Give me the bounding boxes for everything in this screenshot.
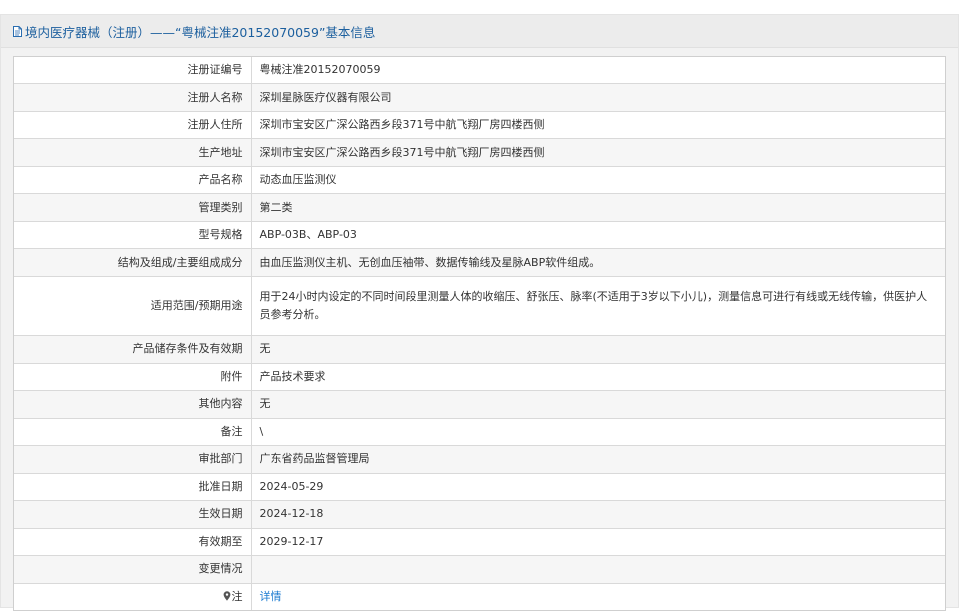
info-table: 注册证编号 粤械注准20152070059 注册人名称 深圳星脉医疗仪器有限公司…	[14, 57, 945, 610]
table-row: 生产地址 深圳市宝安区广深公路西乡段371号中航飞翔厂房四楼西侧	[14, 138, 945, 167]
table-row: 审批部门 广东省药品监督管理局	[14, 445, 945, 474]
row-value: \	[251, 418, 945, 447]
row-label: 管理类别	[14, 193, 252, 222]
row-label: 其他内容	[14, 390, 252, 419]
table-row: 有效期至 2029-12-17	[14, 528, 945, 557]
row-label: 型号规格	[14, 221, 252, 250]
info-panel: 境内医疗器械（注册）——“粤械注准20152070059”基本信息 注册证编号 …	[0, 14, 959, 611]
table-row: 型号规格 ABP-03B、ABP-03	[14, 221, 945, 250]
row-value: 2024-05-29	[251, 473, 945, 502]
row-value: 粤械注准20152070059	[251, 57, 945, 85]
row-label: 注册证编号	[14, 57, 252, 85]
table-row: 附件 产品技术要求	[14, 363, 945, 392]
table-row: 适用范围/预期用途 用于24小时内设定的不同时间段里测量人体的收缩压、舒张压、脉…	[14, 276, 945, 337]
info-table-container: 注册证编号 粤械注准20152070059 注册人名称 深圳星脉医疗仪器有限公司…	[13, 56, 946, 611]
table-row: 批准日期 2024-05-29	[14, 473, 945, 502]
row-value: 广东省药品监督管理局	[251, 445, 945, 474]
row-label: 适用范围/预期用途	[14, 276, 252, 337]
row-label: 有效期至	[14, 528, 252, 557]
table-row: 注册人住所 深圳市宝安区广深公路西乡段371号中航飞翔厂房四楼西侧	[14, 111, 945, 140]
table-row: 产品名称 动态血压监测仪	[14, 166, 945, 195]
row-value: 深圳市宝安区广深公路西乡段371号中航飞翔厂房四楼西侧	[251, 111, 945, 140]
row-label: 审批部门	[14, 445, 252, 474]
info-table-body: 注册证编号 粤械注准20152070059 注册人名称 深圳星脉医疗仪器有限公司…	[14, 57, 945, 610]
table-row: 结构及组成/主要组成成分 由血压监测仪主机、无创血压袖带、数据传输线及星脉ABP…	[14, 248, 945, 277]
row-label: 注册人名称	[14, 83, 252, 112]
table-row: 注册人名称 深圳星脉医疗仪器有限公司	[14, 83, 945, 112]
row-value: 第二类	[251, 193, 945, 222]
table-row: 生效日期 2024-12-18	[14, 500, 945, 529]
pin-icon	[223, 591, 231, 601]
page: 境内医疗器械（注册）——“粤械注准20152070059”基本信息 注册证编号 …	[0, 0, 963, 611]
row-label: 注册人住所	[14, 111, 252, 140]
note-label-cell: 注	[14, 583, 252, 610]
row-label: 附件	[14, 363, 252, 392]
table-row: 产品储存条件及有效期 无	[14, 335, 945, 364]
row-value: 无	[251, 335, 945, 364]
row-value: 产品技术要求	[251, 363, 945, 392]
note-value-cell: 详情	[251, 583, 945, 610]
panel-header: 境内医疗器械（注册）——“粤械注准20152070059”基本信息	[1, 15, 958, 48]
row-value: 深圳星脉医疗仪器有限公司	[251, 83, 945, 112]
row-value: 动态血压监测仪	[251, 166, 945, 195]
row-label: 备注	[14, 418, 252, 447]
row-value: ABP-03B、ABP-03	[251, 221, 945, 250]
row-label: 批准日期	[14, 473, 252, 502]
document-icon	[13, 25, 22, 37]
table-row: 变更情况	[14, 555, 945, 584]
details-link[interactable]: 详情	[260, 590, 282, 603]
table-row: 其他内容 无	[14, 390, 945, 419]
row-value: 深圳市宝安区广深公路西乡段371号中航飞翔厂房四楼西侧	[251, 138, 945, 167]
note-label: 注	[231, 589, 243, 603]
table-row: 注册证编号 粤械注准20152070059	[14, 57, 945, 85]
row-label: 结构及组成/主要组成成分	[14, 248, 252, 277]
row-label: 变更情况	[14, 555, 252, 584]
row-label: 生产地址	[14, 138, 252, 167]
table-row: 管理类别 第二类	[14, 193, 945, 222]
row-value: 由血压监测仪主机、无创血压袖带、数据传输线及星脉ABP软件组成。	[251, 248, 945, 277]
row-label: 产品名称	[14, 166, 252, 195]
row-value: 2024-12-18	[251, 500, 945, 529]
row-value	[251, 555, 945, 584]
row-value: 2029-12-17	[251, 528, 945, 557]
row-label: 生效日期	[14, 500, 252, 529]
row-label: 产品储存条件及有效期	[14, 335, 252, 364]
page-title: 境内医疗器械（注册）——“粤械注准20152070059”基本信息	[25, 24, 376, 40]
note-row: 注 详情	[14, 583, 945, 610]
table-row: 备注 \	[14, 418, 945, 447]
row-value: 用于24小时内设定的不同时间段里测量人体的收缩压、舒张压、脉率(不适用于3岁以下…	[251, 276, 945, 337]
row-value: 无	[251, 390, 945, 419]
